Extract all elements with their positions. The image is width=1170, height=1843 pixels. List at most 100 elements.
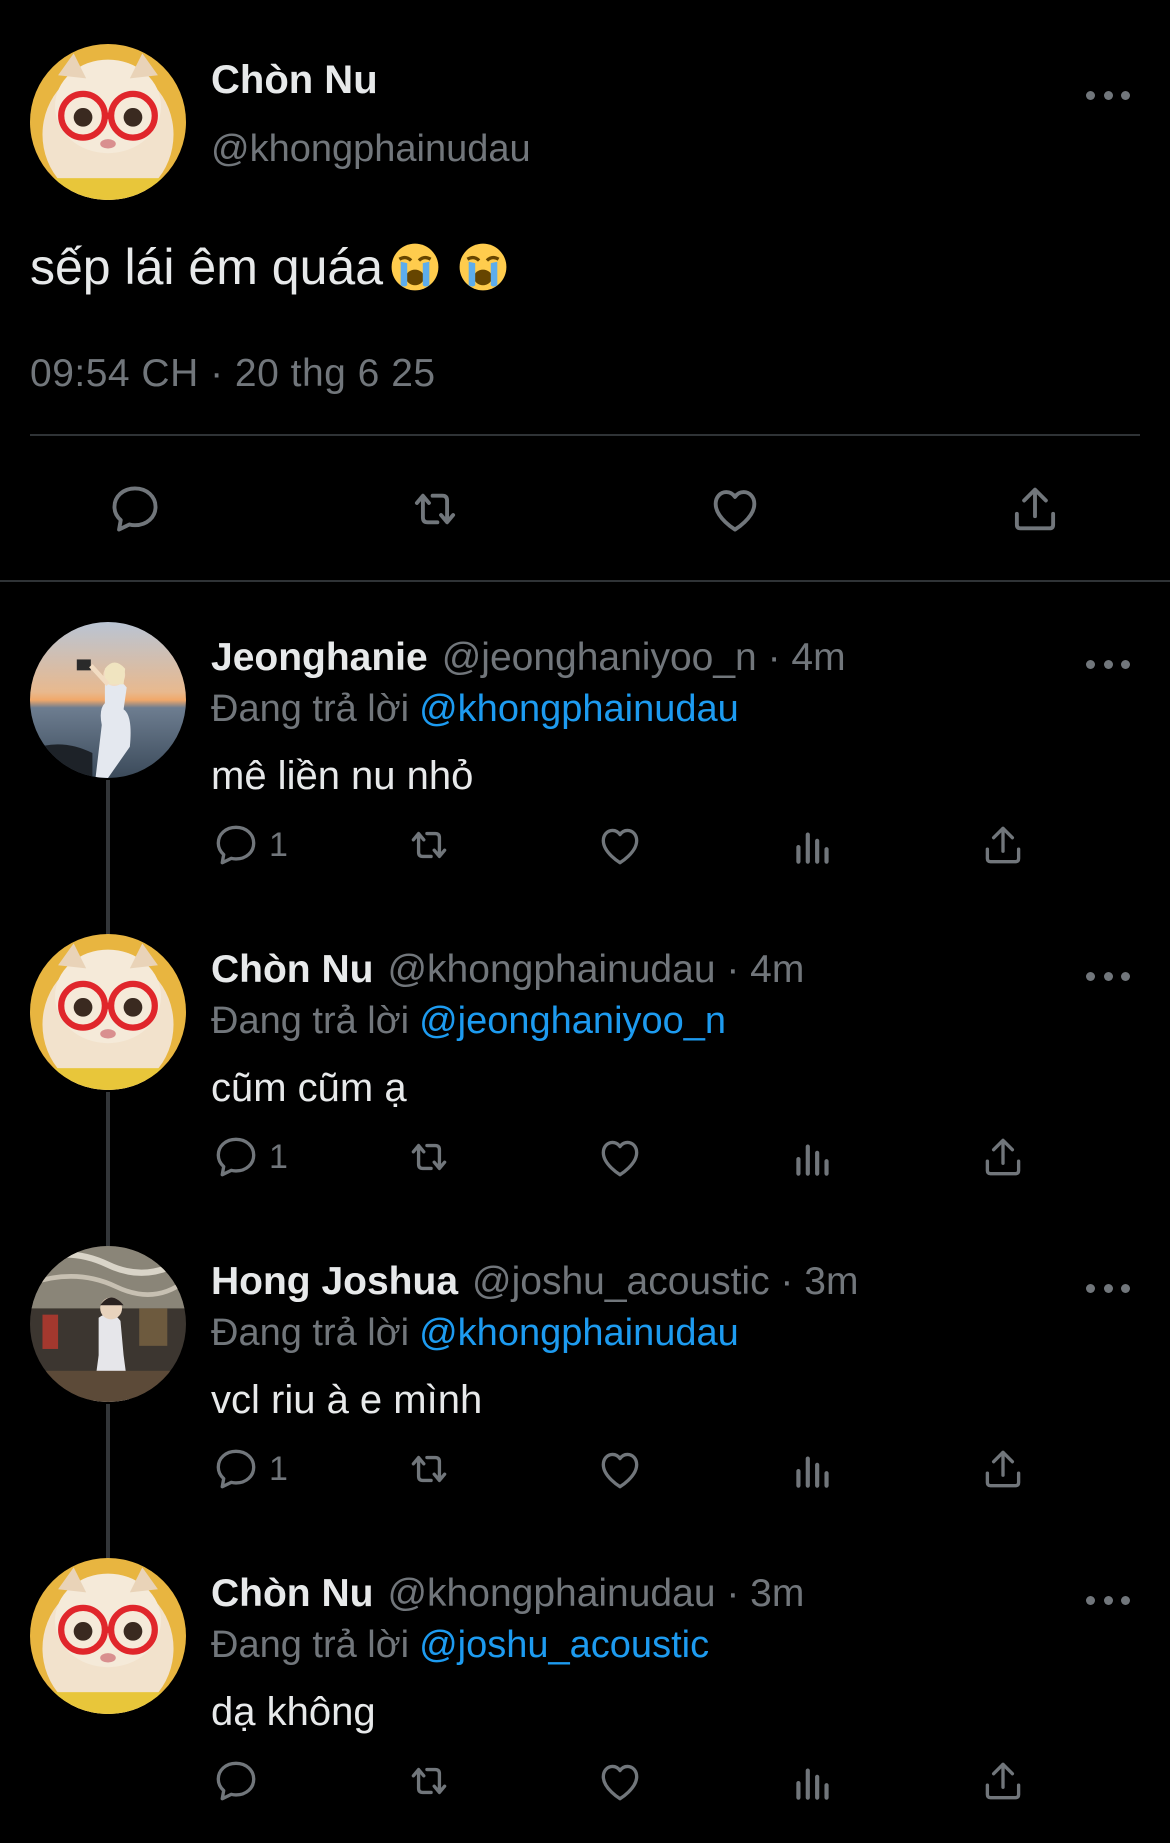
room-photo-avatar (30, 1246, 186, 1402)
like-button[interactable] (595, 820, 645, 870)
more-options-icon[interactable] (1086, 964, 1130, 988)
cat-avatar-image (30, 934, 186, 1090)
like-icon (601, 828, 639, 865)
retweet-icon (411, 1455, 447, 1483)
reply-text: cũm cũm ạ (211, 1066, 407, 1110)
tweet-text-content: sếp lái êm quáa (30, 239, 384, 295)
reply-author-name[interactable]: Chòn Nu (211, 1572, 373, 1616)
reply-action-bar: 1 (0, 1132, 1170, 1192)
replying-label: Đang trả lời (211, 1312, 410, 1354)
author-handle[interactable]: @khongphainudau (211, 128, 531, 171)
tweet-timestamp[interactable]: 09:54 CH · 20 thg 6 25 (30, 352, 436, 396)
reply-button[interactable]: 1 (211, 820, 288, 870)
loudly-crying-face-icon (389, 241, 441, 293)
reply-action-bar: 1 (0, 1444, 1170, 1504)
reply-header: Chòn Nu @khongphainudau · 3m (211, 1572, 804, 1616)
reply-icon (216, 1449, 256, 1489)
loudly-crying-face-icon (457, 241, 509, 293)
reply-button[interactable]: 1 (211, 1444, 288, 1494)
replying-to: Đang trả lời @khongphainudau (211, 1312, 739, 1355)
reply-icon[interactable] (106, 480, 164, 538)
reply-tweet[interactable]: Chòn Nu @khongphainudau · 3m Đang trả lờ… (0, 1518, 1170, 1830)
more-options-icon[interactable] (1086, 1276, 1130, 1300)
reply-text: dạ không (211, 1690, 376, 1734)
share-icon (985, 1762, 1021, 1800)
reply-count: 1 (269, 1137, 288, 1176)
retweet-icon[interactable] (406, 480, 464, 538)
reply-action-bar: 1 (0, 820, 1170, 880)
retweet-button[interactable] (404, 820, 454, 870)
reply-text: vcl riu à e mình (211, 1378, 483, 1422)
like-button[interactable] (595, 1444, 645, 1494)
like-icon (601, 1140, 639, 1177)
reply-author-name[interactable]: Chòn Nu (211, 948, 373, 992)
reply-handle-time: @jeonghaniyoo_n · 4m (441, 636, 846, 679)
replying-to: Đang trả lời @joshu_acoustic (211, 1624, 709, 1667)
views-button[interactable] (788, 1756, 838, 1806)
replying-to: Đang trả lời @khongphainudau (211, 688, 739, 731)
cat-avatar-image (30, 1558, 186, 1714)
replying-label: Đang trả lời (211, 1624, 410, 1666)
divider (30, 434, 1140, 436)
reply-author-name[interactable]: Hong Joshua (211, 1260, 458, 1304)
replying-label: Đang trả lời (211, 1000, 410, 1042)
retweet-button[interactable] (404, 1132, 454, 1182)
reply-tweet[interactable]: Chòn Nu @khongphainudau · 4m Đang trả lờ… (0, 894, 1170, 1206)
reply-button[interactable] (211, 1756, 269, 1806)
retweet-icon (411, 1767, 447, 1795)
like-icon (601, 1452, 639, 1489)
reply-tweet[interactable]: Jeonghanie @jeonghaniyoo_n · 4m Đang trả… (0, 582, 1170, 894)
more-options-icon[interactable] (1086, 1588, 1130, 1612)
views-button[interactable] (788, 1132, 838, 1182)
reply-header: Chòn Nu @khongphainudau · 4m (211, 948, 804, 992)
reply-handle-time: @khongphainudau · 3m (387, 1572, 805, 1615)
avatar[interactable] (30, 44, 186, 200)
main-tweet: Chòn Nu @khongphainudau sếp lái êm quáa … (0, 0, 1170, 580)
tweet-thread-page: Chòn Nu @khongphainudau sếp lái êm quáa … (0, 0, 1170, 1843)
mention-link[interactable]: @joshu_acoustic (419, 1624, 709, 1666)
like-button[interactable] (595, 1132, 645, 1182)
reply-handle-time: @joshu_acoustic · 3m (472, 1260, 859, 1303)
retweet-icon (411, 831, 447, 859)
reply-handle-time: @khongphainudau · 4m (387, 948, 805, 991)
share-icon (985, 1450, 1021, 1488)
author-name[interactable]: Chòn Nu (211, 58, 378, 103)
share-button[interactable] (978, 820, 1028, 870)
views-button[interactable] (788, 820, 838, 870)
more-options-icon[interactable] (1086, 83, 1130, 107)
reply-count: 1 (269, 825, 288, 864)
reply-count: 1 (269, 1449, 288, 1488)
retweet-icon (411, 1143, 447, 1171)
avatar[interactable] (30, 1246, 186, 1402)
share-icon (985, 1138, 1021, 1176)
retweet-button[interactable] (404, 1756, 454, 1806)
views-button[interactable] (788, 1444, 838, 1494)
reply-header: Hong Joshua @joshu_acoustic · 3m (211, 1260, 858, 1304)
analytics-icon (796, 832, 829, 864)
reply-icon (216, 1761, 256, 1801)
reply-button[interactable]: 1 (211, 1132, 288, 1182)
share-button[interactable] (978, 1132, 1028, 1182)
retweet-button[interactable] (404, 1444, 454, 1494)
beach-photo-avatar (30, 622, 186, 778)
mention-link[interactable]: @jeonghaniyoo_n (419, 1000, 726, 1042)
tweet-text: sếp lái êm quáa (30, 238, 509, 296)
more-options-icon[interactable] (1086, 652, 1130, 676)
reply-author-name[interactable]: Jeonghanie (211, 636, 428, 680)
share-icon[interactable] (1006, 480, 1064, 538)
mention-link[interactable]: @khongphainudau (419, 1312, 739, 1354)
replying-to: Đang trả lời @jeonghaniyoo_n (211, 1000, 726, 1043)
avatar[interactable] (30, 1558, 186, 1714)
replying-label: Đang trả lời (211, 688, 410, 730)
like-icon[interactable] (706, 480, 764, 538)
share-button[interactable] (978, 1756, 1028, 1806)
reply-text: mê liền nu nhỏ (211, 754, 474, 798)
mention-link[interactable]: @khongphainudau (419, 688, 739, 730)
reply-tweet[interactable]: Hong Joshua @joshu_acoustic · 3m Đang tr… (0, 1206, 1170, 1518)
reply-icon (216, 1137, 256, 1177)
avatar[interactable] (30, 934, 186, 1090)
like-button[interactable] (595, 1756, 645, 1806)
share-button[interactable] (978, 1444, 1028, 1494)
avatar[interactable] (30, 622, 186, 778)
share-icon (985, 826, 1021, 864)
